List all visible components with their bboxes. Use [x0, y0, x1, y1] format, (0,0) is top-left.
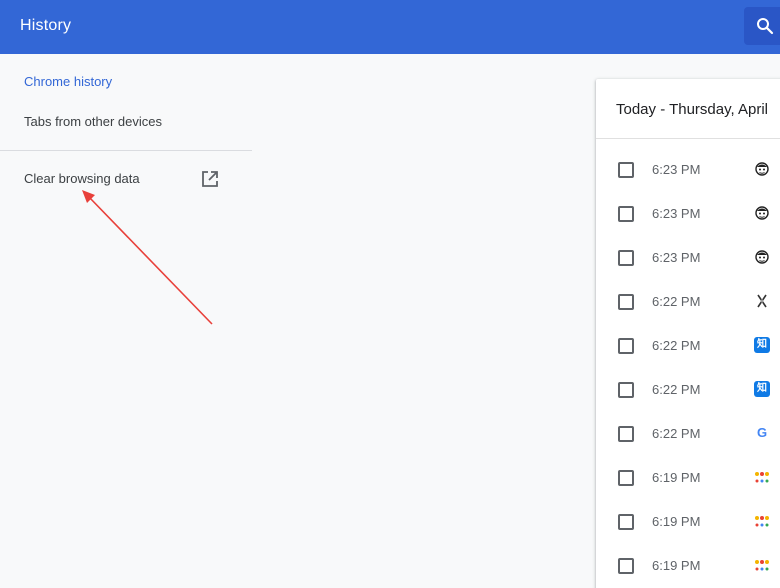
visit-time: 6:23 PM — [652, 162, 701, 177]
open-in-new-icon[interactable] — [201, 170, 219, 188]
site-icon — [754, 557, 770, 573]
row-checkbox[interactable] — [618, 250, 634, 266]
visit-time: 6:22 PM — [652, 382, 701, 397]
x-logo-icon — [754, 293, 770, 309]
row-checkbox[interactable] — [618, 294, 634, 310]
visit-time: 6:19 PM — [652, 558, 701, 573]
visit-time: 6:23 PM — [652, 250, 701, 265]
avatar-icon — [754, 205, 770, 221]
sidebar-item-tabs-other-devices[interactable]: Tabs from other devices — [24, 114, 162, 129]
visit-time: 6:19 PM — [652, 514, 701, 529]
history-row[interactable]: 6:23 PM — [596, 235, 780, 279]
row-checkbox[interactable] — [618, 426, 634, 442]
zhihu-icon: 知 — [754, 381, 770, 397]
visit-time: 6:22 PM — [652, 294, 701, 309]
row-checkbox[interactable] — [618, 514, 634, 530]
sidebar-item-clear-browsing-data[interactable]: Clear browsing data — [24, 171, 140, 186]
history-row[interactable]: 6:19 PM — [596, 455, 780, 499]
history-row[interactable]: 6:22 PM 知 — [596, 323, 780, 367]
row-checkbox[interactable] — [618, 558, 634, 574]
toolbar: History — [0, 0, 780, 54]
page-title: History — [20, 17, 72, 34]
history-row[interactable]: 6:22 PM — [596, 279, 780, 323]
history-row[interactable]: 6:22 PM G — [596, 411, 780, 455]
sidebar-divider — [0, 150, 252, 151]
visit-time: 6:23 PM — [652, 206, 701, 221]
site-icon — [754, 513, 770, 529]
google-icon: G — [754, 425, 770, 441]
history-row[interactable]: 6:23 PM — [596, 191, 780, 235]
visit-time: 6:19 PM — [652, 470, 701, 485]
row-checkbox[interactable] — [618, 338, 634, 354]
sidebar-item-chrome-history[interactable]: Chrome history — [24, 74, 112, 89]
history-row[interactable]: 6:23 PM — [596, 147, 780, 191]
visit-time: 6:22 PM — [652, 426, 701, 441]
avatar-icon — [754, 249, 770, 265]
search-button[interactable] — [744, 7, 780, 45]
history-row[interactable]: 6:19 PM — [596, 499, 780, 543]
visit-time: 6:22 PM — [652, 338, 701, 353]
zhihu-icon: 知 — [754, 337, 770, 353]
google-letter: G — [756, 425, 768, 440]
search-icon — [757, 18, 774, 35]
card-divider — [596, 138, 780, 139]
history-card: Today - Thursday, April 6:23 PM 6:23 PM … — [596, 79, 780, 588]
history-row[interactable]: 6:19 PM — [596, 543, 780, 587]
row-checkbox[interactable] — [618, 162, 634, 178]
history-row[interactable]: 6:22 PM 知 — [596, 367, 780, 411]
row-checkbox[interactable] — [618, 382, 634, 398]
date-header: Today - Thursday, April — [616, 101, 769, 118]
site-icon — [754, 469, 770, 485]
avatar-icon — [754, 161, 770, 177]
row-checkbox[interactable] — [618, 206, 634, 222]
row-checkbox[interactable] — [618, 470, 634, 486]
